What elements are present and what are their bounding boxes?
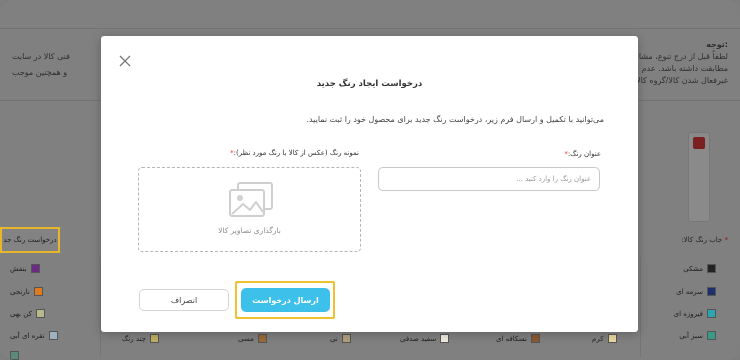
color-option[interactable]: نارنجی: [10, 287, 43, 296]
cancel-button[interactable]: انصراف: [139, 289, 229, 311]
color-swatch: [149, 334, 159, 343]
color-option[interactable]: فیروزه ای: [674, 309, 716, 318]
color-option[interactable]: سبز آبی: [679, 331, 716, 340]
color-option[interactable]: سرمه ای: [676, 287, 716, 296]
color-option[interactable]: چند رنگ: [122, 334, 159, 343]
color-option[interactable]: بنفش: [10, 264, 40, 273]
submit-request-button[interactable]: ارسال درخواست: [241, 288, 330, 312]
color-swatch: [707, 264, 716, 273]
dialog-title: درخواست ایجاد رنگ جدید: [316, 79, 423, 89]
color-option[interactable]: [10, 351, 19, 360]
note-left-line-1: فنی کالا در سایت: [12, 52, 70, 61]
color-option[interactable]: سفید صدفی: [400, 334, 450, 343]
color-name-label: عنوان رنگ:*: [564, 150, 601, 158]
close-icon[interactable]: [118, 54, 132, 68]
color-option[interactable]: نسکافه ای: [496, 334, 540, 343]
color-swatch: [530, 334, 540, 343]
color-swatch: [10, 351, 19, 360]
color-option[interactable]: نی: [330, 334, 351, 343]
color-swatch: [257, 334, 267, 343]
color-sample-label: نمونه رنگ (عکس از کالا با رنگ مورد نظر):…: [230, 149, 359, 157]
note-line-3: غیرفعال شدن کالا/گروه کالا: [636, 76, 728, 85]
color-option[interactable]: کرم: [592, 334, 617, 343]
color-section-label: * جاب رنگ کالا:: [681, 236, 728, 244]
color-name-input[interactable]: [378, 167, 600, 191]
image-gallery-icon: [229, 182, 273, 217]
color-swatch: [35, 309, 45, 318]
color-option[interactable]: مشکی: [683, 264, 716, 273]
color-swatch: [707, 331, 716, 340]
note-line-1: لطفاً قبل از درج تنوع، مشا: [638, 52, 728, 61]
request-new-color-button[interactable]: درخواست رنگ جد: [0, 227, 60, 253]
color-option[interactable]: نقره ای آبی: [10, 331, 58, 340]
product-thumbnail: [688, 132, 710, 222]
new-color-request-dialog: درخواست ایجاد رنگ جدید می‌توانید با تکمی…: [101, 36, 638, 332]
color-option[interactable]: مسی: [238, 334, 267, 343]
color-swatch: [341, 334, 351, 343]
note-line-2: مطابقت داشته باشد. عدم: [641, 64, 728, 73]
divider: [0, 28, 740, 29]
color-swatch: [707, 287, 716, 296]
color-swatch: [48, 331, 58, 340]
note-left-line-2: و همچنین موجب: [12, 68, 68, 77]
color-swatch: [607, 334, 617, 343]
dialog-description: می‌توانید با تکمیل و ارسال فرم زیر، درخو…: [306, 115, 604, 124]
note-title: توجه:: [706, 40, 728, 49]
color-swatch: [30, 264, 40, 273]
upload-label: بارگذاری تصاویر کالا: [218, 226, 281, 235]
color-option[interactable]: کن بهی: [10, 309, 45, 318]
color-swatch: [440, 334, 450, 343]
color-swatch: [707, 309, 716, 318]
image-upload-dropzone[interactable]: بارگذاری تصاویر کالا: [138, 167, 361, 252]
color-swatch: [33, 287, 43, 296]
